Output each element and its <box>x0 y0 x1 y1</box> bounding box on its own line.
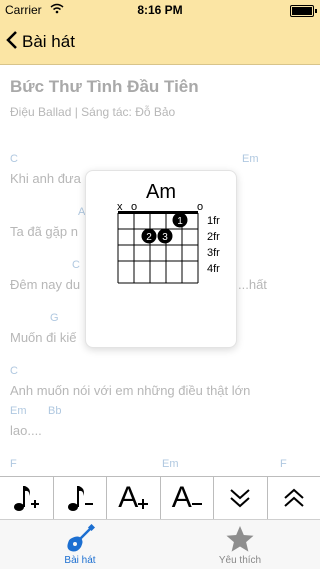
fret-label: 2fr <box>207 231 220 243</box>
scroll-down-button[interactable] <box>214 477 268 519</box>
lyric-line: Anh muốn nói với em những điều thật lớn <box>10 383 250 398</box>
scroll-up-button[interactable] <box>268 477 320 519</box>
chevron-left-icon <box>6 30 18 54</box>
lyric-line: Đêm nay du <box>10 277 80 292</box>
double-chevron-down-icon <box>228 486 252 510</box>
note-plus-icon <box>12 483 40 513</box>
chord-label[interactable]: F <box>280 458 287 470</box>
tab-songs-label: Bài hát <box>0 555 160 566</box>
chord-label[interactable]: C <box>10 365 18 377</box>
song-title: Bức Thư Tình Đầu Tiên <box>10 77 199 97</box>
navigation-bar: Bài hát <box>0 20 320 65</box>
lyric-line: lao.... <box>10 423 42 438</box>
chord-label[interactable]: C <box>72 259 80 271</box>
chord-label[interactable]: G <box>50 312 59 324</box>
lyric-line: ...hất <box>238 277 267 292</box>
star-icon <box>225 524 255 554</box>
guitar-icon <box>65 524 95 554</box>
font-increase-letter: A <box>118 481 138 515</box>
chord-diagram: x o o 1 2 3 1fr 2fr 3fr 4fr <box>86 171 236 347</box>
finger-number: 1 <box>177 216 183 227</box>
note-minus-icon <box>66 483 94 513</box>
minus-icon <box>192 499 202 509</box>
chord-diagram-popup[interactable]: Am x o o 1 2 3 1fr 2fr 3fr 4fr <box>85 170 237 348</box>
chord-label[interactable]: C <box>10 153 18 165</box>
font-increase-button[interactable]: A <box>107 477 161 519</box>
double-chevron-up-icon <box>282 486 306 510</box>
chord-label[interactable]: Em <box>10 405 27 417</box>
finger-number: 3 <box>162 232 168 243</box>
plus-icon <box>138 499 148 509</box>
tab-favorites-label: Yêu thích <box>160 555 320 566</box>
transpose-toolbar: A A <box>0 476 320 520</box>
font-decrease-button[interactable]: A <box>161 477 215 519</box>
transpose-down-button[interactable] <box>54 477 108 519</box>
finger-number: 2 <box>146 232 152 243</box>
fret-label: 3fr <box>207 247 220 259</box>
tab-songs[interactable]: Bài hát <box>0 520 160 569</box>
chord-label[interactable]: Em <box>242 153 259 165</box>
fret-label: 4fr <box>207 263 220 275</box>
back-button-label: Bài hát <box>22 32 75 52</box>
song-meta: Điệu Ballad | Sáng tác: Đỗ Bảo <box>10 105 175 119</box>
status-time: 8:16 PM <box>0 3 320 17</box>
lyric-line: Muốn đi kiế <box>10 330 76 345</box>
back-button[interactable]: Bài hát <box>6 20 75 64</box>
battery-icon <box>290 5 314 17</box>
lyric-line: Ta đã gặp n <box>10 224 78 239</box>
fret-label: 1fr <box>207 215 220 227</box>
chord-label[interactable]: Bb <box>48 405 61 417</box>
font-decrease-letter: A <box>172 481 192 515</box>
status-bar: Carrier 8:16 PM <box>0 0 320 20</box>
nut-bar <box>118 211 198 214</box>
transpose-up-button[interactable] <box>0 477 54 519</box>
chord-label[interactable]: F <box>10 458 17 470</box>
tab-bar: Bài hát Yêu thích <box>0 519 320 569</box>
chord-label[interactable]: Em <box>162 458 179 470</box>
tab-favorites[interactable]: Yêu thích <box>160 520 320 569</box>
